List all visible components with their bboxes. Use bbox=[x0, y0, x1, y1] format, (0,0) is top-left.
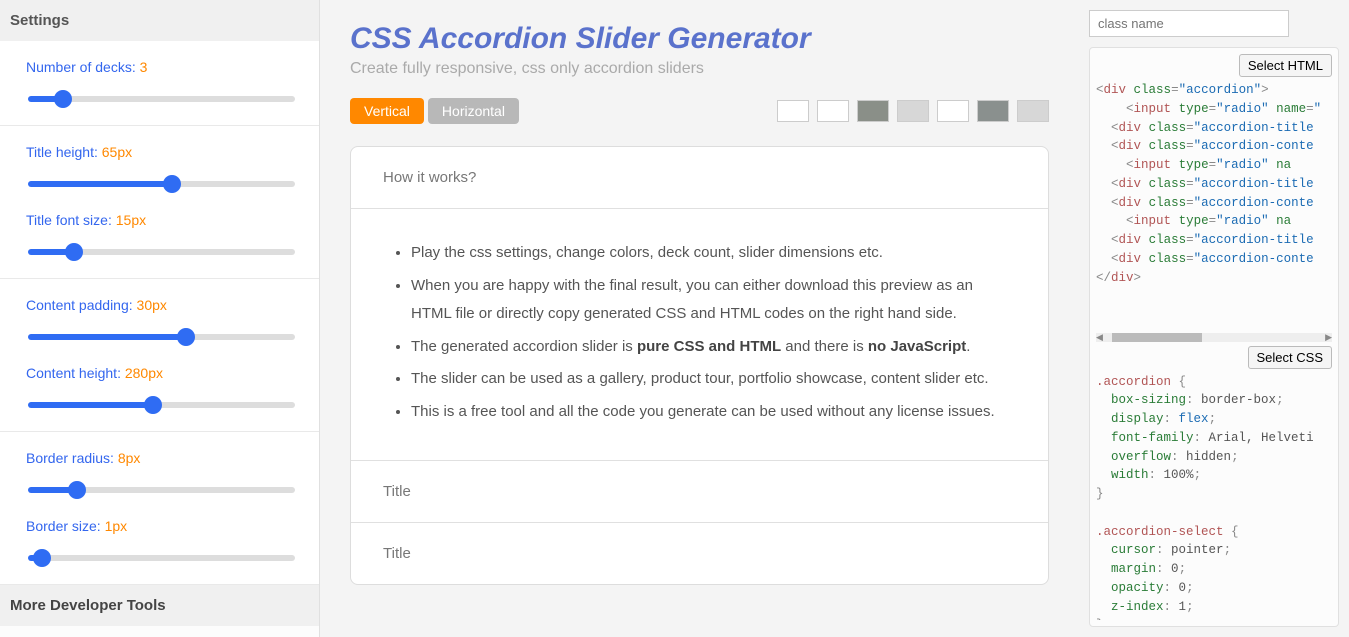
content-bullet: The slider can be used as a gallery, pro… bbox=[411, 365, 1016, 394]
slider-numberofdecks[interactable] bbox=[28, 96, 295, 102]
select-css-button[interactable]: Select CSS bbox=[1248, 346, 1332, 369]
preview-panel: CSS Accordion Slider Generator Create fu… bbox=[320, 0, 1079, 637]
slider-label: Border radius: 8px bbox=[26, 450, 293, 466]
color-swatch-6[interactable] bbox=[1017, 100, 1049, 122]
slider-label: Title font size: 15px bbox=[26, 212, 293, 228]
slider-contentheight[interactable] bbox=[28, 402, 295, 408]
slider-label: Title height: 65px bbox=[26, 144, 293, 160]
page-subtitle: Create fully responsive, css only accord… bbox=[350, 60, 1049, 78]
content-bullet: This is a free tool and all the code you… bbox=[411, 398, 1016, 427]
accordion-content-1: Play the css settings, change colors, de… bbox=[351, 209, 1048, 461]
accordion-title-3[interactable]: Title bbox=[351, 523, 1048, 584]
content-bullet: Play the css settings, change colors, de… bbox=[411, 239, 1016, 268]
orientation-horizontal[interactable]: Horizontal bbox=[428, 98, 519, 124]
color-swatch-5[interactable] bbox=[977, 100, 1009, 122]
color-swatches bbox=[777, 100, 1049, 122]
color-swatch-0[interactable] bbox=[777, 100, 809, 122]
color-swatch-1[interactable] bbox=[817, 100, 849, 122]
class-name-input[interactable] bbox=[1089, 10, 1289, 37]
more-tools-header: More Developer Tools bbox=[0, 585, 319, 626]
slider-label: Border size: 1px bbox=[26, 518, 293, 534]
slider-contentpadding[interactable] bbox=[28, 334, 295, 340]
orientation-vertical[interactable]: Vertical bbox=[350, 98, 424, 124]
select-html-button[interactable]: Select HTML bbox=[1239, 54, 1332, 77]
html-code[interactable]: <div class="accordion"> <input type="rad… bbox=[1096, 81, 1332, 329]
slider-titleheight[interactable] bbox=[28, 181, 295, 187]
page-title: CSS Accordion Slider Generator bbox=[350, 22, 1049, 56]
content-bullet: When you are happy with the final result… bbox=[411, 272, 1016, 329]
slider-label: Content height: 280px bbox=[26, 365, 293, 381]
settings-header: Settings bbox=[0, 0, 319, 41]
slider-borderradius[interactable] bbox=[28, 487, 295, 493]
code-panel: Select HTML <div class="accordion"> <inp… bbox=[1079, 0, 1349, 637]
settings-panel: Settings Number of decks: 3 Title height:… bbox=[0, 0, 320, 637]
orientation-toggle: VerticalHorizontal bbox=[350, 98, 523, 124]
slider-titlefontsize[interactable] bbox=[28, 249, 295, 255]
html-code-card: Select HTML <div class="accordion"> <inp… bbox=[1089, 47, 1339, 627]
content-bullet: The generated accordion slider is pure C… bbox=[411, 333, 1016, 362]
color-swatch-2[interactable] bbox=[857, 100, 889, 122]
accordion-preview: How it works? Play the css settings, cha… bbox=[350, 146, 1049, 585]
slider-label: Content padding: 30px bbox=[26, 297, 293, 313]
color-swatch-4[interactable] bbox=[937, 100, 969, 122]
color-swatch-3[interactable] bbox=[897, 100, 929, 122]
slider-bordersize[interactable] bbox=[28, 555, 295, 561]
slider-label: Number of decks: 3 bbox=[26, 59, 293, 75]
css-code[interactable]: .accordion { box-sizing: border-box; dis… bbox=[1096, 373, 1332, 621]
accordion-title-2[interactable]: Title bbox=[351, 461, 1048, 523]
html-scrollbar[interactable]: ◀ ▶ bbox=[1096, 333, 1332, 342]
accordion-title-1[interactable]: How it works? bbox=[351, 147, 1048, 209]
